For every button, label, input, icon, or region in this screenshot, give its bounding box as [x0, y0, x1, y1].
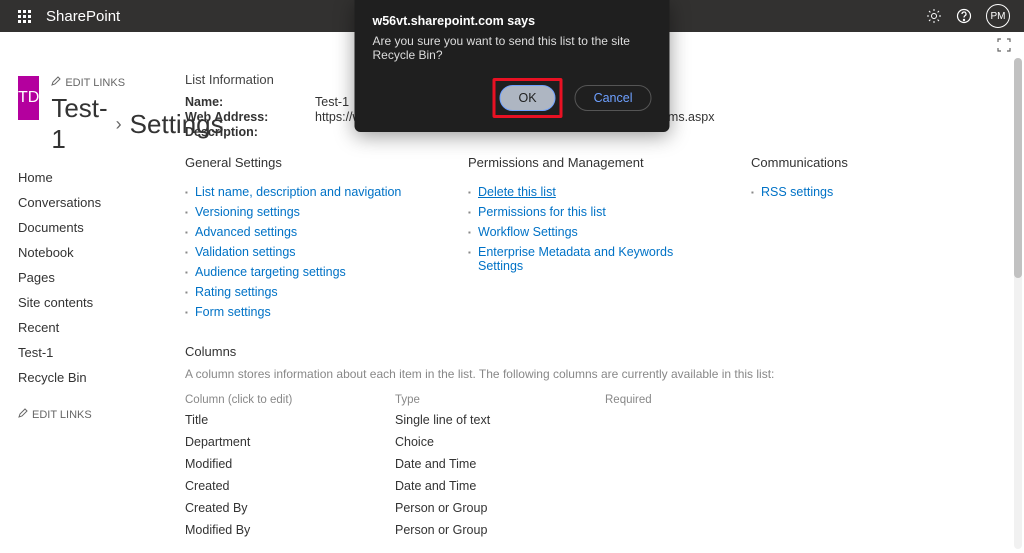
column-type: Single line of text	[395, 413, 605, 427]
breadcrumb-site-link[interactable]: Test-1	[51, 93, 107, 155]
listinfo-name-value: Test-1	[315, 95, 349, 109]
nav-item[interactable]: Site contents	[18, 290, 175, 315]
permissions-heading: Permissions and Management	[468, 155, 721, 170]
communications-col: Communications RSS settings	[751, 155, 1004, 322]
column-req	[605, 435, 725, 449]
site-logo[interactable]: TD	[18, 76, 39, 120]
content-region: List Information Name: Test-1 Web Addres…	[175, 58, 1024, 553]
column-type: Person or Group	[395, 501, 605, 515]
dialog-message: Are you sure you want to send this list …	[373, 34, 652, 62]
communications-heading: Communications	[751, 155, 1004, 170]
column-req	[605, 501, 725, 515]
column-name-link[interactable]: Modified By	[185, 523, 395, 537]
column-row: Title Single line of text	[185, 409, 745, 431]
general-link[interactable]: Rating settings	[185, 282, 438, 302]
general-settings-col: General Settings List name, description …	[185, 155, 438, 322]
permissions-col: Permissions and Management Delete this l…	[468, 155, 721, 322]
column-name-link[interactable]: Modified	[185, 457, 395, 471]
nav-item[interactable]: Pages	[18, 265, 175, 290]
column-type: Choice	[395, 435, 605, 449]
column-name-link[interactable]: Title	[185, 413, 395, 427]
column-type: Date and Time	[395, 457, 605, 471]
listinfo-web-label: Web Address:	[185, 110, 315, 124]
columns-description: A column stores information about each i…	[185, 367, 1004, 381]
dialog-button-row: OK Cancel	[373, 78, 652, 118]
chevron-right-icon: ›	[116, 114, 122, 135]
columns-table: Column (click to edit) Type Required Tit…	[185, 391, 745, 541]
dialog-ok-button[interactable]: OK	[500, 85, 556, 111]
focus-mode-icon[interactable]	[996, 37, 1012, 53]
edit-links-label: EDIT LINKS	[65, 77, 125, 89]
column-name-link[interactable]: Created	[185, 479, 395, 493]
nav-item[interactable]: Test-1	[18, 340, 175, 365]
columns-table-header: Column (click to edit) Type Required	[185, 391, 745, 409]
nav-item[interactable]: Home	[18, 165, 175, 190]
quick-launch-nav: Home Conversations Documents Notebook Pa…	[18, 165, 175, 390]
general-link[interactable]: Advanced settings	[185, 222, 438, 242]
general-settings-heading: General Settings	[185, 155, 438, 170]
nav-item[interactable]: Documents	[18, 215, 175, 240]
edit-links-bottom[interactable]: EDIT LINKS	[18, 408, 175, 421]
columns-heading: Columns	[185, 344, 1004, 359]
suite-right-cluster: PM	[926, 4, 1016, 28]
nav-item[interactable]: Recycle Bin	[18, 365, 175, 390]
listinfo-desc-label: Description:	[185, 125, 315, 139]
column-row: Modified By Person or Group	[185, 519, 745, 541]
column-name-link[interactable]: Department	[185, 435, 395, 449]
ok-button-highlight: OK	[493, 78, 563, 118]
general-link[interactable]: Validation settings	[185, 242, 438, 262]
column-name-link[interactable]: Created By	[185, 501, 395, 515]
permissions-link[interactable]: Workflow Settings	[468, 222, 721, 242]
waffle-icon	[18, 10, 31, 23]
column-row: Department Choice	[185, 431, 745, 453]
col-header-name[interactable]: Column (click to edit)	[185, 394, 395, 406]
general-link[interactable]: Audience targeting settings	[185, 262, 438, 282]
scrollbar-thumb[interactable]	[1014, 58, 1022, 278]
column-type: Person or Group	[395, 523, 605, 537]
column-req	[605, 457, 725, 471]
nav-item[interactable]: Recent	[18, 315, 175, 340]
nav-item[interactable]: Conversations	[18, 190, 175, 215]
settings-gear-icon[interactable]	[926, 8, 942, 24]
col-header-req[interactable]: Required	[605, 394, 725, 406]
column-req	[605, 479, 725, 493]
confirm-dialog: w56vt.sharepoint.com says Are you sure y…	[355, 0, 670, 132]
main-area: TD EDIT LINKS Test-1 › Settings Home Con…	[0, 58, 1024, 553]
column-req	[605, 523, 725, 537]
permissions-link[interactable]: Enterprise Metadata and Keywords Setting…	[468, 242, 721, 276]
nav-item[interactable]: Notebook	[18, 240, 175, 265]
column-row: Created By Person or Group	[185, 497, 745, 519]
general-link[interactable]: List name, description and navigation	[185, 182, 438, 202]
col-header-type[interactable]: Type	[395, 394, 605, 406]
permissions-link[interactable]: Permissions for this list	[468, 202, 721, 222]
user-avatar[interactable]: PM	[986, 4, 1010, 28]
delete-list-link[interactable]: Delete this list	[468, 182, 721, 202]
left-nav: TD EDIT LINKS Test-1 › Settings Home Con…	[0, 58, 175, 553]
pencil-icon	[51, 76, 61, 89]
dialog-cancel-button[interactable]: Cancel	[575, 85, 652, 111]
comm-link[interactable]: RSS settings	[751, 182, 1004, 202]
column-row: Created Date and Time	[185, 475, 745, 497]
suite-brand[interactable]: SharePoint	[46, 8, 120, 25]
listinfo-name-label: Name:	[185, 95, 315, 109]
column-req	[605, 413, 725, 427]
general-link[interactable]: Versioning settings	[185, 202, 438, 222]
general-link[interactable]: Form settings	[185, 302, 438, 322]
column-type: Date and Time	[395, 479, 605, 493]
pencil-icon	[18, 408, 28, 421]
column-row: Modified Date and Time	[185, 453, 745, 475]
settings-three-columns: General Settings List name, description …	[185, 155, 1004, 322]
dialog-title: w56vt.sharepoint.com says	[373, 14, 652, 28]
columns-section: Columns A column stores information abou…	[185, 344, 1004, 541]
app-launcher-button[interactable]	[8, 0, 40, 32]
help-icon[interactable]	[956, 8, 972, 24]
edit-links-label: EDIT LINKS	[32, 409, 92, 421]
